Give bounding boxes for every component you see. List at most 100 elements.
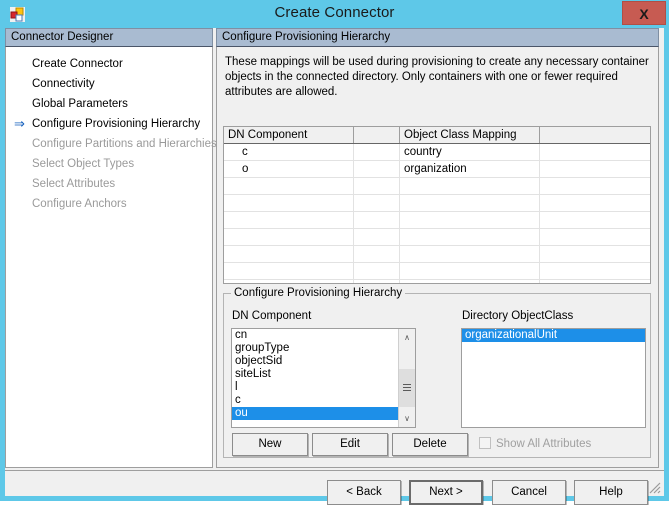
checkbox-box-icon (479, 437, 491, 449)
current-step-arrow-icon: ⇒ (14, 116, 25, 131)
cell-empty (540, 178, 650, 195)
sidebar-item-label: Create Connector (32, 58, 123, 70)
dn-component-listbox[interactable]: cn groupType objectSid siteList l c ou ∧ (231, 328, 416, 428)
table-row-empty[interactable] (224, 246, 650, 263)
table-row-empty[interactable] (224, 178, 650, 195)
sidebar-item-connectivity[interactable]: Connectivity (6, 74, 212, 94)
close-button[interactable]: X (622, 1, 666, 25)
scroll-up-arrow-icon[interactable]: ∧ (399, 329, 415, 346)
list-item-selected[interactable]: organizationalUnit (462, 329, 645, 342)
cell-empty (224, 246, 354, 263)
cell-spacer (354, 144, 400, 161)
scroll-down-arrow-icon[interactable]: ∨ (399, 410, 415, 427)
cell-empty (224, 263, 354, 280)
sidebar-item-select-object-types: Select Object Types (6, 154, 212, 174)
grid-column-header-trailing[interactable] (540, 127, 650, 143)
grid-column-header-spacer[interactable] (354, 127, 400, 143)
cell-spacer (354, 161, 400, 178)
sidebar-item-label: Global Parameters (32, 98, 128, 110)
sidebar-item-configure-provisioning-hierarchy[interactable]: ⇒ Configure Provisioning Hierarchy (6, 114, 212, 134)
dn-component-items: cn groupType objectSid siteList l c ou (232, 329, 399, 420)
cell-empty (354, 246, 400, 263)
cell-empty (400, 178, 540, 195)
main-panel-body: These mappings will be used during provi… (216, 47, 659, 468)
cell-object-class-mapping: organization (400, 161, 540, 178)
table-row-empty[interactable] (224, 229, 650, 246)
connector-designer-sidebar: Connector Designer Create Connector Conn… (5, 28, 217, 468)
cell-dn-component: c (224, 144, 354, 161)
cell-empty (354, 212, 400, 229)
new-button[interactable]: New (232, 433, 308, 456)
edit-button[interactable]: Edit (312, 433, 388, 456)
main-panel: Configure Provisioning Hierarchy These m… (216, 28, 659, 468)
cell-empty (400, 280, 540, 283)
list-item[interactable]: groupType (232, 342, 399, 355)
cell-empty (224, 280, 354, 283)
list-item[interactable]: c (232, 394, 399, 407)
sidebar-header: Connector Designer (5, 28, 213, 47)
dialog-client-area: Connector Designer Create Connector Conn… (5, 28, 664, 505)
list-item[interactable]: siteList (232, 368, 399, 381)
cell-empty (354, 280, 400, 283)
table-row[interactable]: o organization (224, 161, 650, 178)
dn-component-scrollbar[interactable]: ∧ ∨ (398, 329, 415, 427)
sidebar-item-label: Select Attributes (32, 178, 116, 190)
cell-empty (224, 212, 354, 229)
directory-objectclass-listbox[interactable]: organizationalUnit (461, 328, 646, 428)
show-all-attributes-label: Show All Attributes (496, 438, 592, 450)
sidebar-item-global-parameters[interactable]: Global Parameters (6, 94, 212, 114)
cell-empty (400, 212, 540, 229)
sidebar-item-list: Create Connector Connectivity Global Par… (5, 47, 217, 468)
help-button[interactable]: Help (574, 480, 648, 505)
page-description: These mappings will be used during provi… (225, 56, 649, 98)
cell-empty (540, 229, 650, 246)
cell-empty (400, 195, 540, 212)
resize-grip-icon[interactable] (648, 481, 661, 494)
provisioning-mappings-grid[interactable]: DN Component Object Class Mapping c coun… (223, 126, 651, 284)
scrollbar-thumb[interactable] (399, 369, 415, 407)
cell-object-class-mapping: country (400, 144, 540, 161)
scrollbar-grip-icon (403, 384, 411, 392)
table-row-empty[interactable] (224, 280, 650, 283)
cell-empty (400, 263, 540, 280)
window-title: Create Connector (274, 4, 395, 21)
table-row-empty[interactable] (224, 212, 650, 229)
cell-empty (224, 229, 354, 246)
show-all-attributes-checkbox: Show All Attributes (479, 437, 591, 450)
delete-button[interactable]: Delete (392, 433, 468, 456)
cancel-button[interactable]: Cancel (492, 480, 566, 505)
list-item[interactable]: l (232, 381, 399, 394)
main-panel-header: Configure Provisioning Hierarchy (216, 28, 659, 47)
table-row-empty[interactable] (224, 263, 650, 280)
table-row-empty[interactable] (224, 195, 650, 212)
list-item-selected[interactable]: ou (232, 407, 399, 420)
next-button[interactable]: Next > (409, 480, 483, 505)
sidebar-item-label: Connectivity (32, 78, 95, 90)
grid-column-header-object-class-mapping[interactable]: Object Class Mapping (400, 127, 540, 143)
back-button[interactable]: < Back (327, 480, 401, 505)
title-bar[interactable]: Create Connector X (0, 0, 669, 28)
cell-empty (540, 280, 650, 283)
directory-objectclass-label: Directory ObjectClass (462, 310, 574, 322)
cell-empty (400, 229, 540, 246)
configure-provisioning-hierarchy-groupbox: Configure Provisioning Hierarchy DN Comp… (223, 287, 651, 458)
cell-empty (540, 246, 650, 263)
grid-column-header-dn-component[interactable]: DN Component (224, 127, 354, 143)
list-item[interactable]: cn (232, 329, 399, 342)
sidebar-item-label: Configure Anchors (32, 198, 127, 210)
sidebar-item-select-attributes: Select Attributes (6, 174, 212, 194)
cell-trailing (540, 161, 650, 178)
sidebar-item-configure-partitions-and-hierarchies: Configure Partitions and Hierarchies (6, 134, 217, 154)
create-connector-dialog: Create Connector X Connector Designer Cr… (0, 0, 669, 505)
sidebar-item-create-connector[interactable]: Create Connector (6, 54, 212, 74)
cell-empty (354, 229, 400, 246)
cell-empty (354, 263, 400, 280)
list-item[interactable]: objectSid (232, 355, 399, 368)
cell-empty (400, 246, 540, 263)
cell-empty (540, 263, 650, 280)
cell-empty (354, 195, 400, 212)
cell-empty (354, 178, 400, 195)
groupbox-title: Configure Provisioning Hierarchy (231, 287, 406, 299)
cell-empty (540, 195, 650, 212)
table-row[interactable]: c country (224, 144, 650, 161)
